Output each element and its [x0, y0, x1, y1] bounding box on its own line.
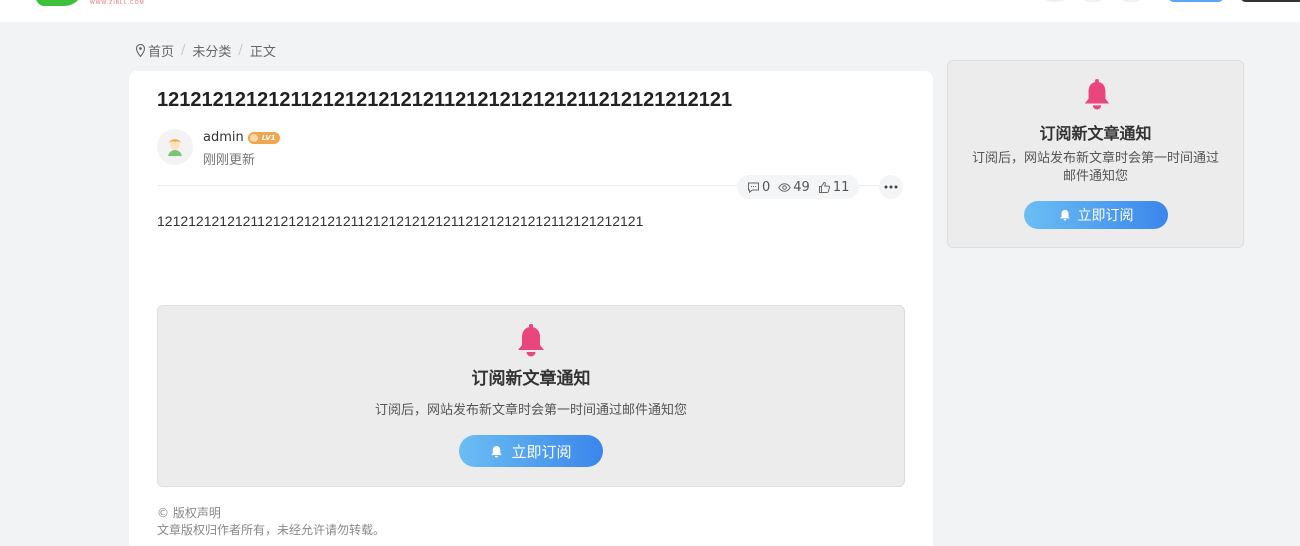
breadcrumb-category[interactable]: 未分类 — [192, 41, 231, 60]
bell-icon — [1059, 209, 1070, 221]
thumbs-up-icon — [818, 181, 830, 193]
bell-icon — [518, 324, 544, 357]
update-time: 刚刚更新 — [203, 153, 256, 168]
author-name[interactable]: admin — [203, 130, 244, 145]
breadcrumb-current: 正文 — [249, 45, 276, 60]
author-avatar[interactable] — [157, 129, 193, 165]
like-count[interactable]: 11 — [818, 179, 850, 195]
comment-count[interactable]: 0 — [747, 180, 770, 195]
breadcrumb-separator: / — [181, 43, 186, 58]
article-body: 1212121212121121212121212112121212121211… — [157, 213, 644, 229]
ellipsis-icon — [884, 185, 898, 189]
location-pin-icon — [136, 44, 145, 57]
logo-text: WWW.ZIBLL.COM — [90, 0, 145, 6]
header-secondary-button[interactable] — [1240, 0, 1300, 2]
sidebar-subscribe-description: 订阅后，网站发布新文章时会第一时间通过邮件通知您 — [971, 151, 1219, 184]
subscribe-description: 订阅后，网站发布新文章时会第一时间通过邮件通知您 — [374, 403, 687, 418]
bell-icon — [491, 445, 503, 457]
avatar-image — [157, 129, 193, 165]
breadcrumb-home[interactable]: 首页 — [148, 41, 174, 60]
breadcrumb-separator: / — [238, 43, 243, 58]
article-stats: 0 49 11 — [737, 175, 860, 199]
sidebar-subscribe-button[interactable]: 立即订阅 — [1024, 201, 1168, 229]
like-count-value: 11 — [832, 179, 850, 195]
eye-icon — [778, 182, 792, 192]
copyright-text: 文章版权归作者所有，未经允许请勿转载。 — [157, 523, 386, 537]
header-icon-button[interactable] — [1040, 0, 1070, 2]
header-primary-button[interactable] — [1168, 0, 1224, 2]
bell-icon — [1084, 79, 1110, 110]
more-options-button[interactable] — [879, 175, 903, 199]
breadcrumb: 首页 / 未分类 / 正文 — [136, 41, 276, 60]
header-icon-button[interactable] — [1078, 0, 1108, 2]
comment-icon — [748, 182, 759, 193]
subscribe-panel: 订阅新文章通知 订阅后，网站发布新文章时会第一时间通过邮件通知您 立即订阅 — [157, 305, 905, 487]
sidebar-subscribe-widget: 订阅新文章通知 订阅后，网站发布新文章时会第一时间通过邮件通知您 立即订阅 — [947, 60, 1244, 248]
site-logo[interactable] — [36, 0, 84, 6]
author-info: admin LV1 — [203, 130, 280, 145]
copyright-heading: © 版权声明 — [157, 506, 221, 520]
subscribe-button[interactable]: 立即订阅 — [459, 435, 603, 467]
subscribe-button-label: 立即订阅 — [511, 442, 572, 461]
site-header: WWW.ZIBLL.COM — [0, 0, 1300, 22]
header-icon-button[interactable] — [1116, 0, 1146, 2]
sidebar-subscribe-button-label: 立即订阅 — [1077, 208, 1134, 224]
subscribe-title: 订阅新文章通知 — [471, 369, 591, 389]
copyright-notice: © 版权声明 文章版权归作者所有，未经允许请勿转载。 — [157, 505, 385, 539]
article-title: 1212121212121121212121212112121212121211… — [157, 89, 733, 111]
view-count: 49 — [778, 180, 810, 195]
view-count-value: 49 — [793, 179, 810, 195]
article-card: 1212121212121121212121212112121212121211… — [129, 71, 933, 546]
level-badge: LV1 — [247, 131, 280, 144]
sidebar-subscribe-title: 订阅新文章通知 — [1039, 124, 1152, 143]
comment-count-value: 0 — [762, 179, 771, 195]
